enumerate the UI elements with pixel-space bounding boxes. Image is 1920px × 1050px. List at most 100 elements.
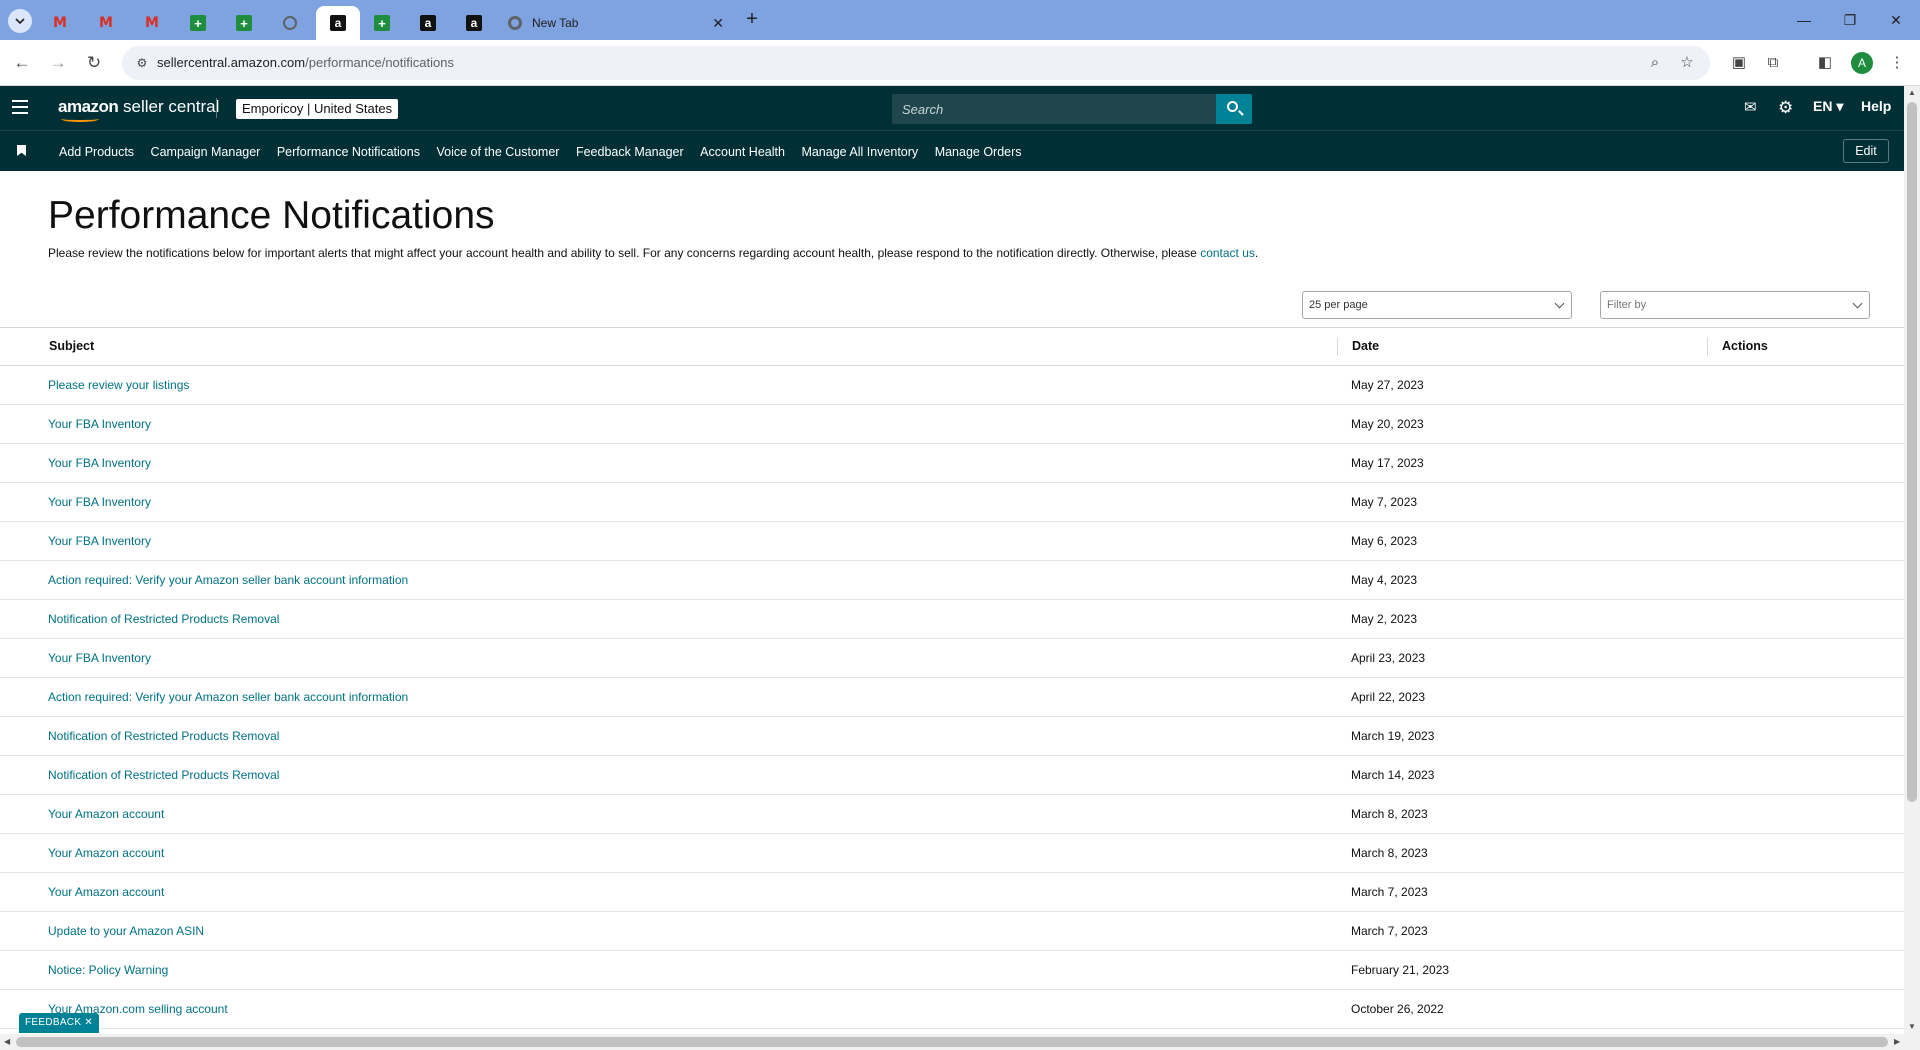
notification-subject-link[interactable]: Your FBA Inventory (48, 417, 151, 431)
tab-new-tab[interactable]: New Tab ✕ (500, 6, 732, 40)
profile-avatar[interactable]: A (1851, 52, 1873, 74)
scroll-up-icon[interactable]: ▲ (1908, 88, 1916, 97)
tab-amazon[interactable]: a (316, 6, 360, 40)
minimize-icon[interactable]: — (1792, 8, 1816, 32)
notification-subject-link[interactable]: Action required: Verify your Amazon sell… (48, 690, 408, 704)
table-row: Your FBA Inventory May 20, 2023 (0, 405, 1904, 444)
mail-icon[interactable]: ✉ (1744, 97, 1757, 119)
close-icon[interactable]: ✕ (84, 1017, 93, 1028)
hamburger-menu-icon[interactable] (12, 100, 28, 114)
scroll-left-icon[interactable]: ◀ (4, 1037, 10, 1046)
scroll-down-icon[interactable]: ▼ (1908, 1022, 1916, 1031)
table-row: Your Amazon account March 7, 2023 (0, 873, 1904, 912)
scroll-right-icon[interactable]: ▶ (1894, 1037, 1900, 1046)
nav-link-account-health[interactable]: Account Health (700, 145, 785, 159)
bookmark-star-icon[interactable]: ☆ (1678, 54, 1696, 72)
tab-search-button[interactable] (8, 9, 32, 33)
notification-date: March 19, 2023 (1351, 729, 1435, 743)
nav-link-campaign-manager[interactable]: Campaign Manager (151, 145, 261, 159)
table-row: Your Amazon account March 8, 2023 (0, 795, 1904, 834)
notification-date: March 8, 2023 (1351, 807, 1428, 821)
language-selector[interactable]: EN ▾ (1813, 98, 1843, 115)
tab-gmail[interactable]: M (84, 6, 128, 40)
close-window-icon[interactable]: ✕ (1884, 8, 1908, 32)
notification-subject-link[interactable]: Your FBA Inventory (48, 495, 151, 509)
table-row: Your FBA Inventory April 23, 2023 (0, 639, 1904, 678)
nav-link-feedback-manager[interactable]: Feedback Manager (576, 145, 684, 159)
browser-tabstrip: M M M + + a + a a New Tab ✕ + — ❐ ✕ (0, 0, 1920, 40)
table-header: Subject Date Actions (0, 327, 1904, 366)
page-title: Performance Notifications (48, 194, 495, 237)
contact-us-link[interactable]: contact us (1200, 246, 1255, 260)
reload-icon[interactable]: ↻ (82, 51, 106, 75)
extensions-puzzle-icon[interactable]: ⧉ (1761, 51, 1785, 75)
gmail-icon: M (53, 15, 67, 31)
notification-date: May 20, 2023 (1351, 417, 1424, 431)
nav-link-manage-all-inventory[interactable]: Manage All Inventory (801, 145, 918, 159)
tab-title: New Tab (532, 16, 579, 30)
scrollbar-thumb[interactable] (1907, 102, 1917, 802)
tab-sheets[interactable]: + (360, 6, 404, 40)
nav-link-add-products[interactable]: Add Products (59, 145, 134, 159)
scrollbar-thumb[interactable] (16, 1037, 1888, 1047)
vertical-scrollbar[interactable]: ▲ ▼ (1904, 86, 1920, 1034)
column-divider (1707, 338, 1708, 356)
notification-subject-link[interactable]: Your FBA Inventory (48, 456, 151, 470)
notification-date: March 7, 2023 (1351, 885, 1428, 899)
horizontal-scrollbar[interactable]: ◀ ▶ (0, 1034, 1920, 1050)
tab-gmail[interactable]: M (130, 6, 174, 40)
column-header-subject[interactable]: Subject (49, 339, 94, 353)
store-switcher[interactable]: Emporicoy | United States (236, 99, 399, 119)
side-panel-icon[interactable]: ◧ (1813, 51, 1837, 75)
new-tab-button[interactable]: + (742, 9, 762, 30)
table-row: Update to your Amazon ASIN March 7, 2023 (0, 912, 1904, 951)
notification-subject-link[interactable]: Notification of Restricted Products Remo… (48, 729, 279, 743)
back-icon[interactable]: ← (10, 51, 34, 75)
help-link[interactable]: Help (1861, 98, 1891, 114)
notification-date: May 4, 2023 (1351, 573, 1418, 587)
tab-globe[interactable] (268, 6, 312, 40)
notification-subject-link[interactable]: Notification of Restricted Products Remo… (48, 612, 279, 626)
address-bar[interactable]: ⚙ sellercentral.amazon.com/performance/n… (122, 46, 1710, 80)
table-row: Your Amazon account March 8, 2023 (0, 834, 1904, 873)
nav-link-manage-orders[interactable]: Manage Orders (935, 145, 1022, 159)
nav-link-voice-of-the-customer[interactable]: Voice of the Customer (436, 145, 559, 159)
feedback-button[interactable]: FEEDBACK ✕ (19, 1013, 100, 1033)
tab-gmail[interactable]: M (38, 6, 82, 40)
search-input[interactable] (892, 94, 1216, 124)
extension-off-icon[interactable]: ▣ (1727, 51, 1751, 75)
kebab-menu-icon[interactable]: ⋮ (1885, 51, 1909, 75)
column-header-date[interactable]: Date (1352, 339, 1379, 353)
amazon-seller-central-logo[interactable]: amazon seller central (58, 97, 219, 122)
bookmark-icon[interactable] (17, 145, 26, 156)
column-header-actions: Actions (1722, 339, 1768, 353)
site-info-icon[interactable]: ⚙ (134, 55, 150, 71)
forward-icon[interactable]: → (46, 51, 70, 75)
notification-subject-link[interactable]: Your Amazon account (48, 846, 164, 860)
per-page-select[interactable]: 25 per page (1302, 291, 1572, 319)
restore-icon[interactable]: ❐ (1838, 8, 1862, 32)
search-button[interactable] (1216, 94, 1252, 124)
nav-link-performance-notifications[interactable]: Performance Notifications (277, 145, 420, 159)
filter-select[interactable]: Filter by (1600, 291, 1870, 319)
tab-sheets[interactable]: + (222, 6, 266, 40)
notification-subject-link[interactable]: Action required: Verify your Amazon sell… (48, 573, 408, 587)
zoom-icon[interactable]: ⌕ (1646, 54, 1664, 72)
notification-subject-link[interactable]: Notification of Restricted Products Remo… (48, 768, 279, 782)
notification-subject-link[interactable]: Your FBA Inventory (48, 534, 151, 548)
tab-sheets[interactable]: + (176, 6, 220, 40)
notification-subject-link[interactable]: Your Amazon account (48, 807, 164, 821)
gear-icon[interactable]: ⚙ (1778, 97, 1793, 119)
notification-subject-link[interactable]: Your FBA Inventory (48, 651, 151, 665)
notification-subject-link[interactable]: Update to your Amazon ASIN (48, 924, 204, 938)
notification-subject-link[interactable]: Notice: Policy Warning (48, 963, 168, 977)
close-icon[interactable]: ✕ (712, 15, 724, 32)
notification-subject-link[interactable]: Your Amazon account (48, 885, 164, 899)
search-field[interactable] (892, 94, 1216, 124)
edit-nav-button[interactable]: Edit (1843, 139, 1889, 163)
tab-amazon[interactable]: a (406, 6, 450, 40)
tab-amazon[interactable]: a (452, 6, 496, 40)
table-row: Your FBA Inventory May 6, 2023 (0, 522, 1904, 561)
notification-subject-link[interactable]: Please review your listings (48, 378, 189, 392)
table-body: Please review your listings May 27, 2023 Y… (0, 366, 1904, 1029)
